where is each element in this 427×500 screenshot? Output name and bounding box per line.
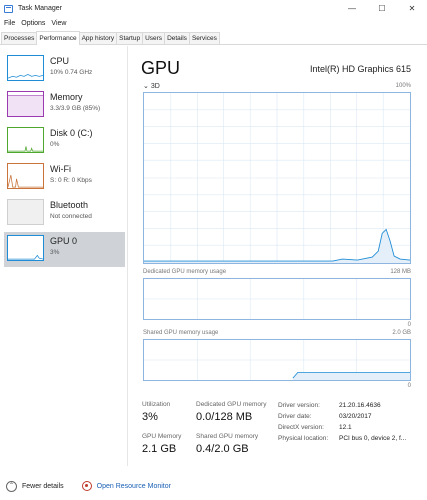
resource-monitor-icon bbox=[81, 481, 92, 491]
physical-location-value: PCI bus 0, device 2, f... bbox=[339, 435, 407, 442]
minimize-button[interactable]: — bbox=[337, 0, 367, 17]
wifi-thumbnail-graph bbox=[7, 163, 44, 189]
shared-memory-value: 0.4/2.0 GB bbox=[196, 443, 249, 455]
engine-graph-max: 100% bbox=[395, 83, 411, 89]
driver-version-key: Driver version: bbox=[278, 402, 320, 409]
driver-date-key: Driver date: bbox=[278, 413, 312, 420]
utilization-label: Utilization bbox=[142, 401, 171, 408]
shared-memory-label: Shared GPU memory bbox=[196, 433, 259, 440]
physical-location-key: Physical location: bbox=[278, 435, 329, 442]
maximize-button[interactable]: ☐ bbox=[367, 0, 397, 17]
menu-file[interactable]: File bbox=[1, 20, 18, 27]
sidebar-item-memory[interactable]: Memory 3.3/3.9 GB (85%) bbox=[4, 88, 125, 120]
tab-startup[interactable]: Startup bbox=[116, 32, 144, 44]
tab-details[interactable]: Details bbox=[164, 32, 190, 44]
shared-memory-graph bbox=[143, 339, 411, 381]
sidebar-item-label: Bluetooth bbox=[50, 200, 89, 210]
sidebar-item-wifi[interactable]: Wi-Fi S: 0 R: 0 Kbps bbox=[4, 160, 125, 192]
menu-bar: File Options View bbox=[0, 17, 427, 30]
tab-services[interactable]: Services bbox=[188, 32, 220, 44]
window-controls: — ☐ ✕ bbox=[337, 0, 427, 17]
sidebar-item-cpu[interactable]: CPU 10% 0.74 GHz bbox=[4, 52, 125, 84]
shared-graph-caption: Shared GPU memory usage bbox=[143, 330, 219, 336]
memory-thumbnail-graph bbox=[7, 91, 44, 117]
sidebar-item-label: Memory bbox=[50, 92, 83, 102]
sidebar-item-detail: 0% bbox=[50, 141, 60, 148]
gpu-thumbnail-graph bbox=[7, 235, 44, 261]
chevron-up-icon[interactable]: ⌃ bbox=[6, 480, 17, 492]
dedicated-memory-label: Dedicated GPU memory bbox=[196, 401, 267, 408]
shared-graph-max: 2.0 GB bbox=[392, 330, 411, 336]
menu-options[interactable]: Options bbox=[18, 20, 48, 27]
close-button[interactable]: ✕ bbox=[397, 0, 427, 17]
cpu-thumbnail-graph bbox=[7, 55, 44, 81]
sidebar-item-gpu[interactable]: GPU 0 3% bbox=[4, 232, 125, 267]
graph-grid bbox=[144, 93, 410, 263]
directx-version-value: 12.1 bbox=[339, 424, 352, 431]
sidebar-item-detail: 10% 0.74 GHz bbox=[50, 69, 93, 76]
sidebar-item-detail: S: 0 R: 0 Kbps bbox=[50, 177, 92, 184]
tab-bar: Processes Performance App history Startu… bbox=[0, 31, 427, 45]
gpu-device-name: Intel(R) HD Graphics 615 bbox=[309, 64, 411, 74]
sidebar-item-disk[interactable]: Disk 0 (C:) 0% bbox=[4, 124, 125, 156]
bluetooth-thumbnail-graph bbox=[7, 199, 44, 225]
dedicated-memory-value: 0.0/128 MB bbox=[196, 411, 253, 423]
utilization-value: 3% bbox=[142, 411, 158, 423]
footer-bar: ⌃ Fewer details Open Resource Monitor bbox=[0, 477, 427, 495]
page-title: GPU bbox=[141, 58, 181, 78]
fewer-details-button[interactable]: Fewer details bbox=[22, 483, 64, 490]
menu-view[interactable]: View bbox=[48, 20, 69, 27]
sidebar-item-label: Disk 0 (C:) bbox=[50, 128, 93, 138]
driver-date-value: 03/20/2017 bbox=[339, 413, 372, 420]
tab-users[interactable]: Users bbox=[142, 32, 166, 44]
engine-selector[interactable]: ⌄ 3D bbox=[143, 82, 160, 90]
engine-label: 3D bbox=[150, 83, 160, 90]
directx-version-key: DirectX version: bbox=[278, 424, 324, 431]
gpu-memory-label: GPU Memory bbox=[142, 433, 182, 440]
dedicated-memory-graph bbox=[143, 278, 411, 320]
tab-app-history[interactable]: App history bbox=[78, 32, 118, 44]
title-bar: Task Manager — ☐ ✕ bbox=[0, 0, 427, 17]
dedicated-graph-caption: Dedicated GPU memory usage bbox=[143, 269, 227, 275]
sidebar-item-label: CPU bbox=[50, 56, 70, 66]
open-resource-monitor-link[interactable]: Open Resource Monitor bbox=[97, 483, 171, 490]
gpu-memory-value: 2.1 GB bbox=[142, 443, 177, 455]
tab-processes[interactable]: Processes bbox=[1, 32, 38, 44]
sidebar-item-detail: 3% bbox=[50, 249, 60, 256]
engine-utilization-graph bbox=[143, 92, 411, 264]
gpu-detail-panel: GPU Intel(R) HD Graphics 615 ⌄ 3D 100% D… bbox=[129, 46, 427, 466]
driver-version-value: 21.20.16.4636 bbox=[339, 402, 381, 409]
tab-performance[interactable]: Performance bbox=[36, 31, 80, 45]
sidebar-item-label: GPU 0 bbox=[50, 236, 78, 246]
shared-graph-min: 0 bbox=[407, 383, 411, 389]
window-title: Task Manager bbox=[18, 5, 62, 12]
performance-sidebar: CPU 10% 0.74 GHz Memory 3.3/3.9 GB (85%)… bbox=[0, 46, 128, 466]
dedicated-graph-max: 128 MB bbox=[390, 269, 411, 275]
task-manager-icon bbox=[4, 4, 13, 13]
disk-thumbnail-graph bbox=[7, 127, 44, 153]
sidebar-item-detail: Not connected bbox=[50, 213, 92, 220]
dedicated-graph-min: 0 bbox=[407, 322, 411, 328]
sidebar-item-detail: 3.3/3.9 GB (85%) bbox=[50, 105, 101, 112]
sidebar-item-bluetooth[interactable]: Bluetooth Not connected bbox=[4, 196, 125, 228]
sidebar-item-label: Wi-Fi bbox=[50, 164, 71, 174]
